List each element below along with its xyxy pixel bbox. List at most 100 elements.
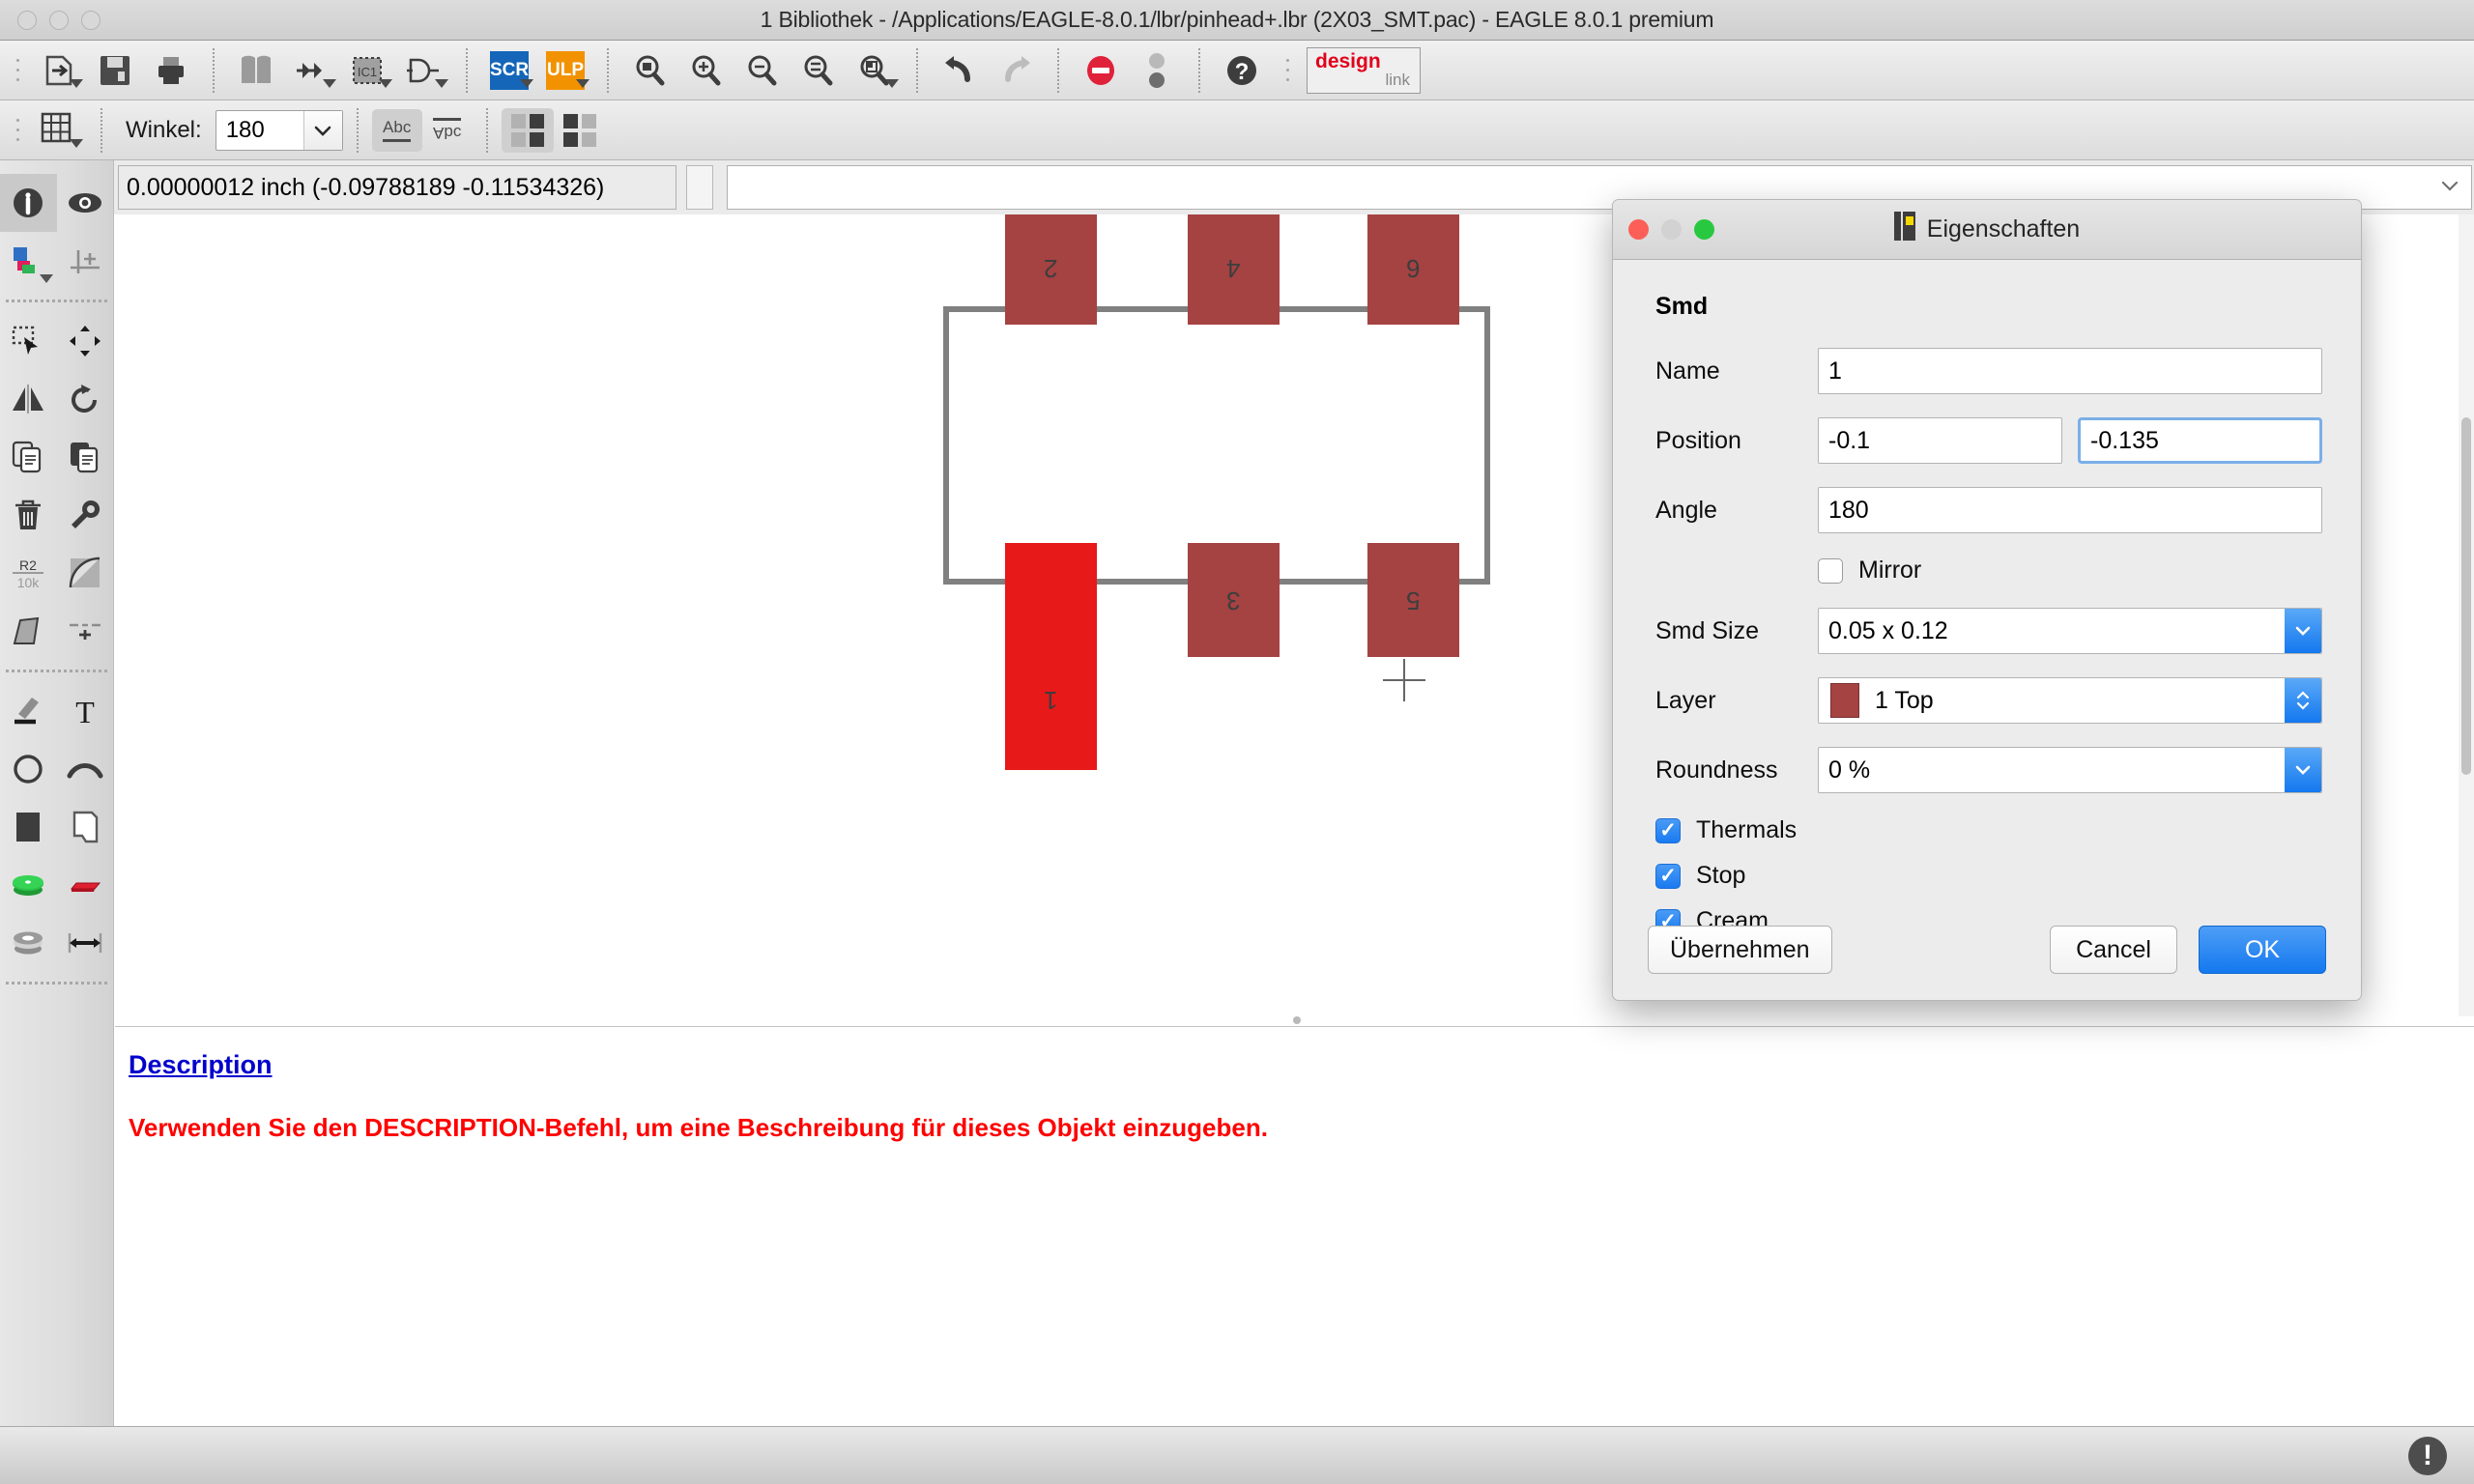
apply-button[interactable]: Übernehmen [1648, 926, 1832, 974]
cancel-button[interactable]: Cancel [2050, 926, 2177, 974]
text-normal-icon[interactable]: Abc [372, 109, 422, 152]
sidebar-item-move[interactable] [57, 312, 114, 370]
sidebar-item-mark[interactable] [57, 232, 114, 290]
ok-button[interactable]: OK [2199, 926, 2326, 974]
sidebar-item-mirror[interactable] [0, 370, 57, 428]
roundness-combobox[interactable]: 0 % [1818, 747, 2322, 793]
redo-icon[interactable] [988, 46, 1044, 95]
open-dropdown-caret[interactable] [70, 79, 83, 88]
help-icon[interactable]: ? [1214, 46, 1270, 95]
angle-input[interactable]: 180 [1818, 487, 2322, 533]
chevron-down-icon[interactable] [2440, 179, 2460, 196]
sidebar-item-copy[interactable] [0, 428, 57, 486]
sidebar-item-display[interactable] [0, 232, 57, 290]
text-mirror-icon[interactable]: Abc [422, 109, 473, 152]
pad-1[interactable]: 1 [1005, 543, 1097, 770]
zoom-select-dropdown-caret[interactable] [885, 79, 899, 88]
undo-icon[interactable] [932, 46, 988, 95]
position-x-input[interactable]: -0.1 [1818, 417, 2062, 464]
layer-combobox[interactable]: 1 Top [1818, 677, 2322, 724]
open-icon[interactable] [31, 46, 87, 95]
symbol-dropdown-caret[interactable] [323, 79, 336, 88]
sidebar-item-polygon[interactable] [57, 798, 114, 856]
zoom-fit-icon[interactable] [622, 46, 678, 95]
display-dropdown-caret[interactable] [40, 274, 53, 283]
sidebar-item-smd[interactable] [57, 856, 114, 914]
save-icon[interactable] [87, 46, 143, 95]
sidebar-item-change[interactable] [57, 486, 114, 544]
align-quadrant-icon[interactable] [502, 108, 554, 153]
sidebar-item-miter[interactable] [57, 544, 114, 602]
stop-icon[interactable] [1073, 46, 1129, 95]
package-dropdown-caret[interactable] [379, 79, 392, 88]
chevron-down-icon[interactable] [2285, 609, 2321, 653]
sidebar-item-rotate[interactable] [57, 370, 114, 428]
name-input[interactable]: 1 [1818, 348, 2322, 394]
sidebar-item-circle[interactable] [0, 740, 57, 798]
ulp-icon[interactable]: ULP [537, 46, 593, 95]
pad-5[interactable]: 5 [1367, 543, 1459, 657]
designlink-drag-handle[interactable] [1281, 51, 1293, 90]
redraw-icon[interactable] [791, 46, 847, 95]
package-icon[interactable]: IC1 [340, 46, 396, 95]
script-icon[interactable]: SCR [481, 46, 537, 95]
toolbar-drag-handle[interactable] [12, 51, 23, 90]
roundness-value: 0 % [1828, 756, 1870, 785]
sidebar-item-pad[interactable] [0, 856, 57, 914]
sidebar-item-optimize[interactable] [57, 602, 114, 660]
sidebar-item-show[interactable] [57, 174, 114, 232]
dialog-footer: Übernehmen Cancel OK [1613, 899, 2361, 1000]
properties-dialog[interactable]: Eigenschaften Smd Name 1 Position -0.1 -… [1612, 199, 2362, 1001]
sidebar-row-11 [0, 798, 113, 856]
design-link-button[interactable]: design link [1307, 47, 1421, 94]
sidebar-item-name[interactable]: R210k [0, 544, 57, 602]
script-dropdown-caret[interactable] [520, 79, 533, 88]
zoom-select-icon[interactable] [847, 46, 903, 95]
description-link[interactable]: Description [129, 1050, 2474, 1080]
svg-text:IC1: IC1 [358, 65, 377, 79]
sidebar-item-text[interactable]: T [57, 682, 114, 740]
stepper-icon[interactable] [2285, 678, 2321, 723]
smdsize-combobox[interactable]: 0.05 x 0.12 [1818, 608, 2322, 654]
stop-checkbox[interactable] [1655, 864, 1681, 889]
ulp-dropdown-caret[interactable] [576, 79, 590, 88]
pad-number: 3 [1226, 585, 1240, 615]
position-y-input[interactable]: -0.135 [2078, 417, 2322, 464]
mirror-checkbox[interactable] [1818, 558, 1843, 584]
device-icon[interactable] [396, 46, 452, 95]
pad-2[interactable]: 2 [1005, 214, 1097, 325]
pad-6[interactable]: 6 [1367, 214, 1459, 325]
print-icon[interactable] [143, 46, 199, 95]
scrollbar-thumb[interactable] [2461, 417, 2471, 775]
chevron-down-icon[interactable] [2285, 748, 2321, 792]
sidebar-item-info[interactable] [0, 174, 57, 232]
grid-icon[interactable] [31, 106, 87, 155]
sidebar-item-arc[interactable] [57, 740, 114, 798]
device-dropdown-caret[interactable] [435, 79, 448, 88]
sidebar-item-paste[interactable] [57, 428, 114, 486]
library-icon[interactable] [228, 46, 284, 95]
options-toolbar-drag-handle[interactable] [12, 111, 23, 150]
pad-4[interactable]: 4 [1188, 214, 1280, 325]
alert-icon[interactable]: ! [2408, 1437, 2447, 1475]
angle-combobox[interactable]: 180 [216, 110, 343, 151]
zoom-in-icon[interactable] [678, 46, 734, 95]
drc-icon[interactable] [1129, 46, 1185, 95]
dialog-section-header: Smd [1655, 293, 2322, 321]
grid-dropdown-caret[interactable] [70, 139, 83, 148]
sidebar-item-split[interactable] [0, 602, 57, 660]
pad-3[interactable]: 3 [1188, 543, 1280, 657]
align-quadrant-alt-icon[interactable] [554, 108, 606, 153]
sidebar-item-delete[interactable] [0, 486, 57, 544]
thermals-checkbox[interactable] [1655, 818, 1681, 843]
sidebar-item-dimension[interactable] [57, 914, 114, 972]
sidebar-item-hole[interactable] [0, 914, 57, 972]
sidebar-item-group[interactable] [0, 312, 57, 370]
symbol-icon[interactable] [284, 46, 340, 95]
zoom-out-icon[interactable] [734, 46, 791, 95]
sidebar-item-rect[interactable] [0, 798, 57, 856]
canvas-vertical-scrollbar[interactable] [2459, 214, 2474, 1016]
chevron-down-icon[interactable] [303, 111, 342, 150]
sidebar-item-wire[interactable] [0, 682, 57, 740]
pane-splitter-handle[interactable] [1293, 1016, 1301, 1024]
